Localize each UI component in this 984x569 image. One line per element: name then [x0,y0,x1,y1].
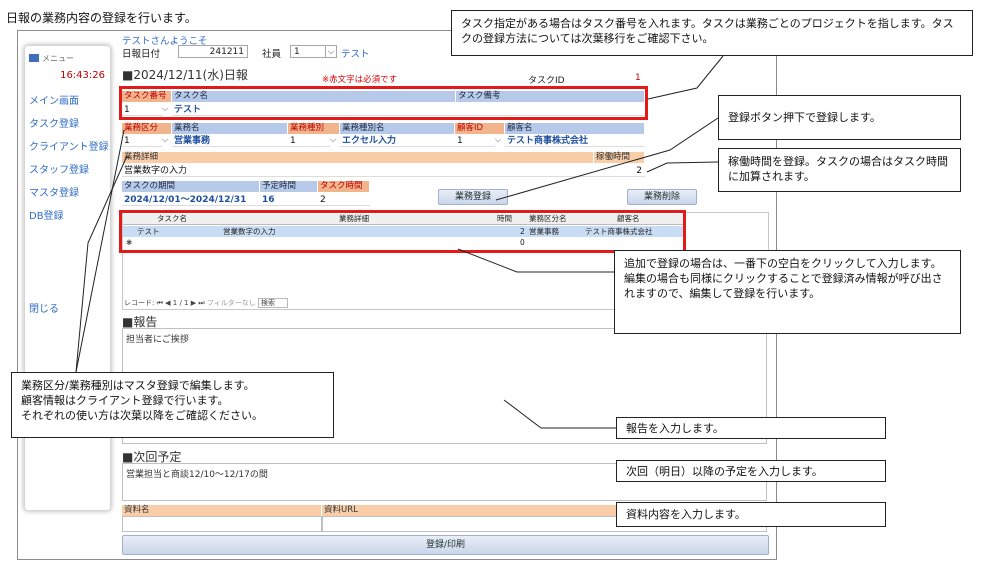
connector-master-a [75,155,128,373]
connector-task [647,55,724,100]
connector-add [457,248,614,273]
connector-report [503,399,616,429]
connector-register [495,117,719,201]
connector-lines [75,55,724,429]
connector-hours [646,161,719,173]
connector-master-b [75,129,125,373]
